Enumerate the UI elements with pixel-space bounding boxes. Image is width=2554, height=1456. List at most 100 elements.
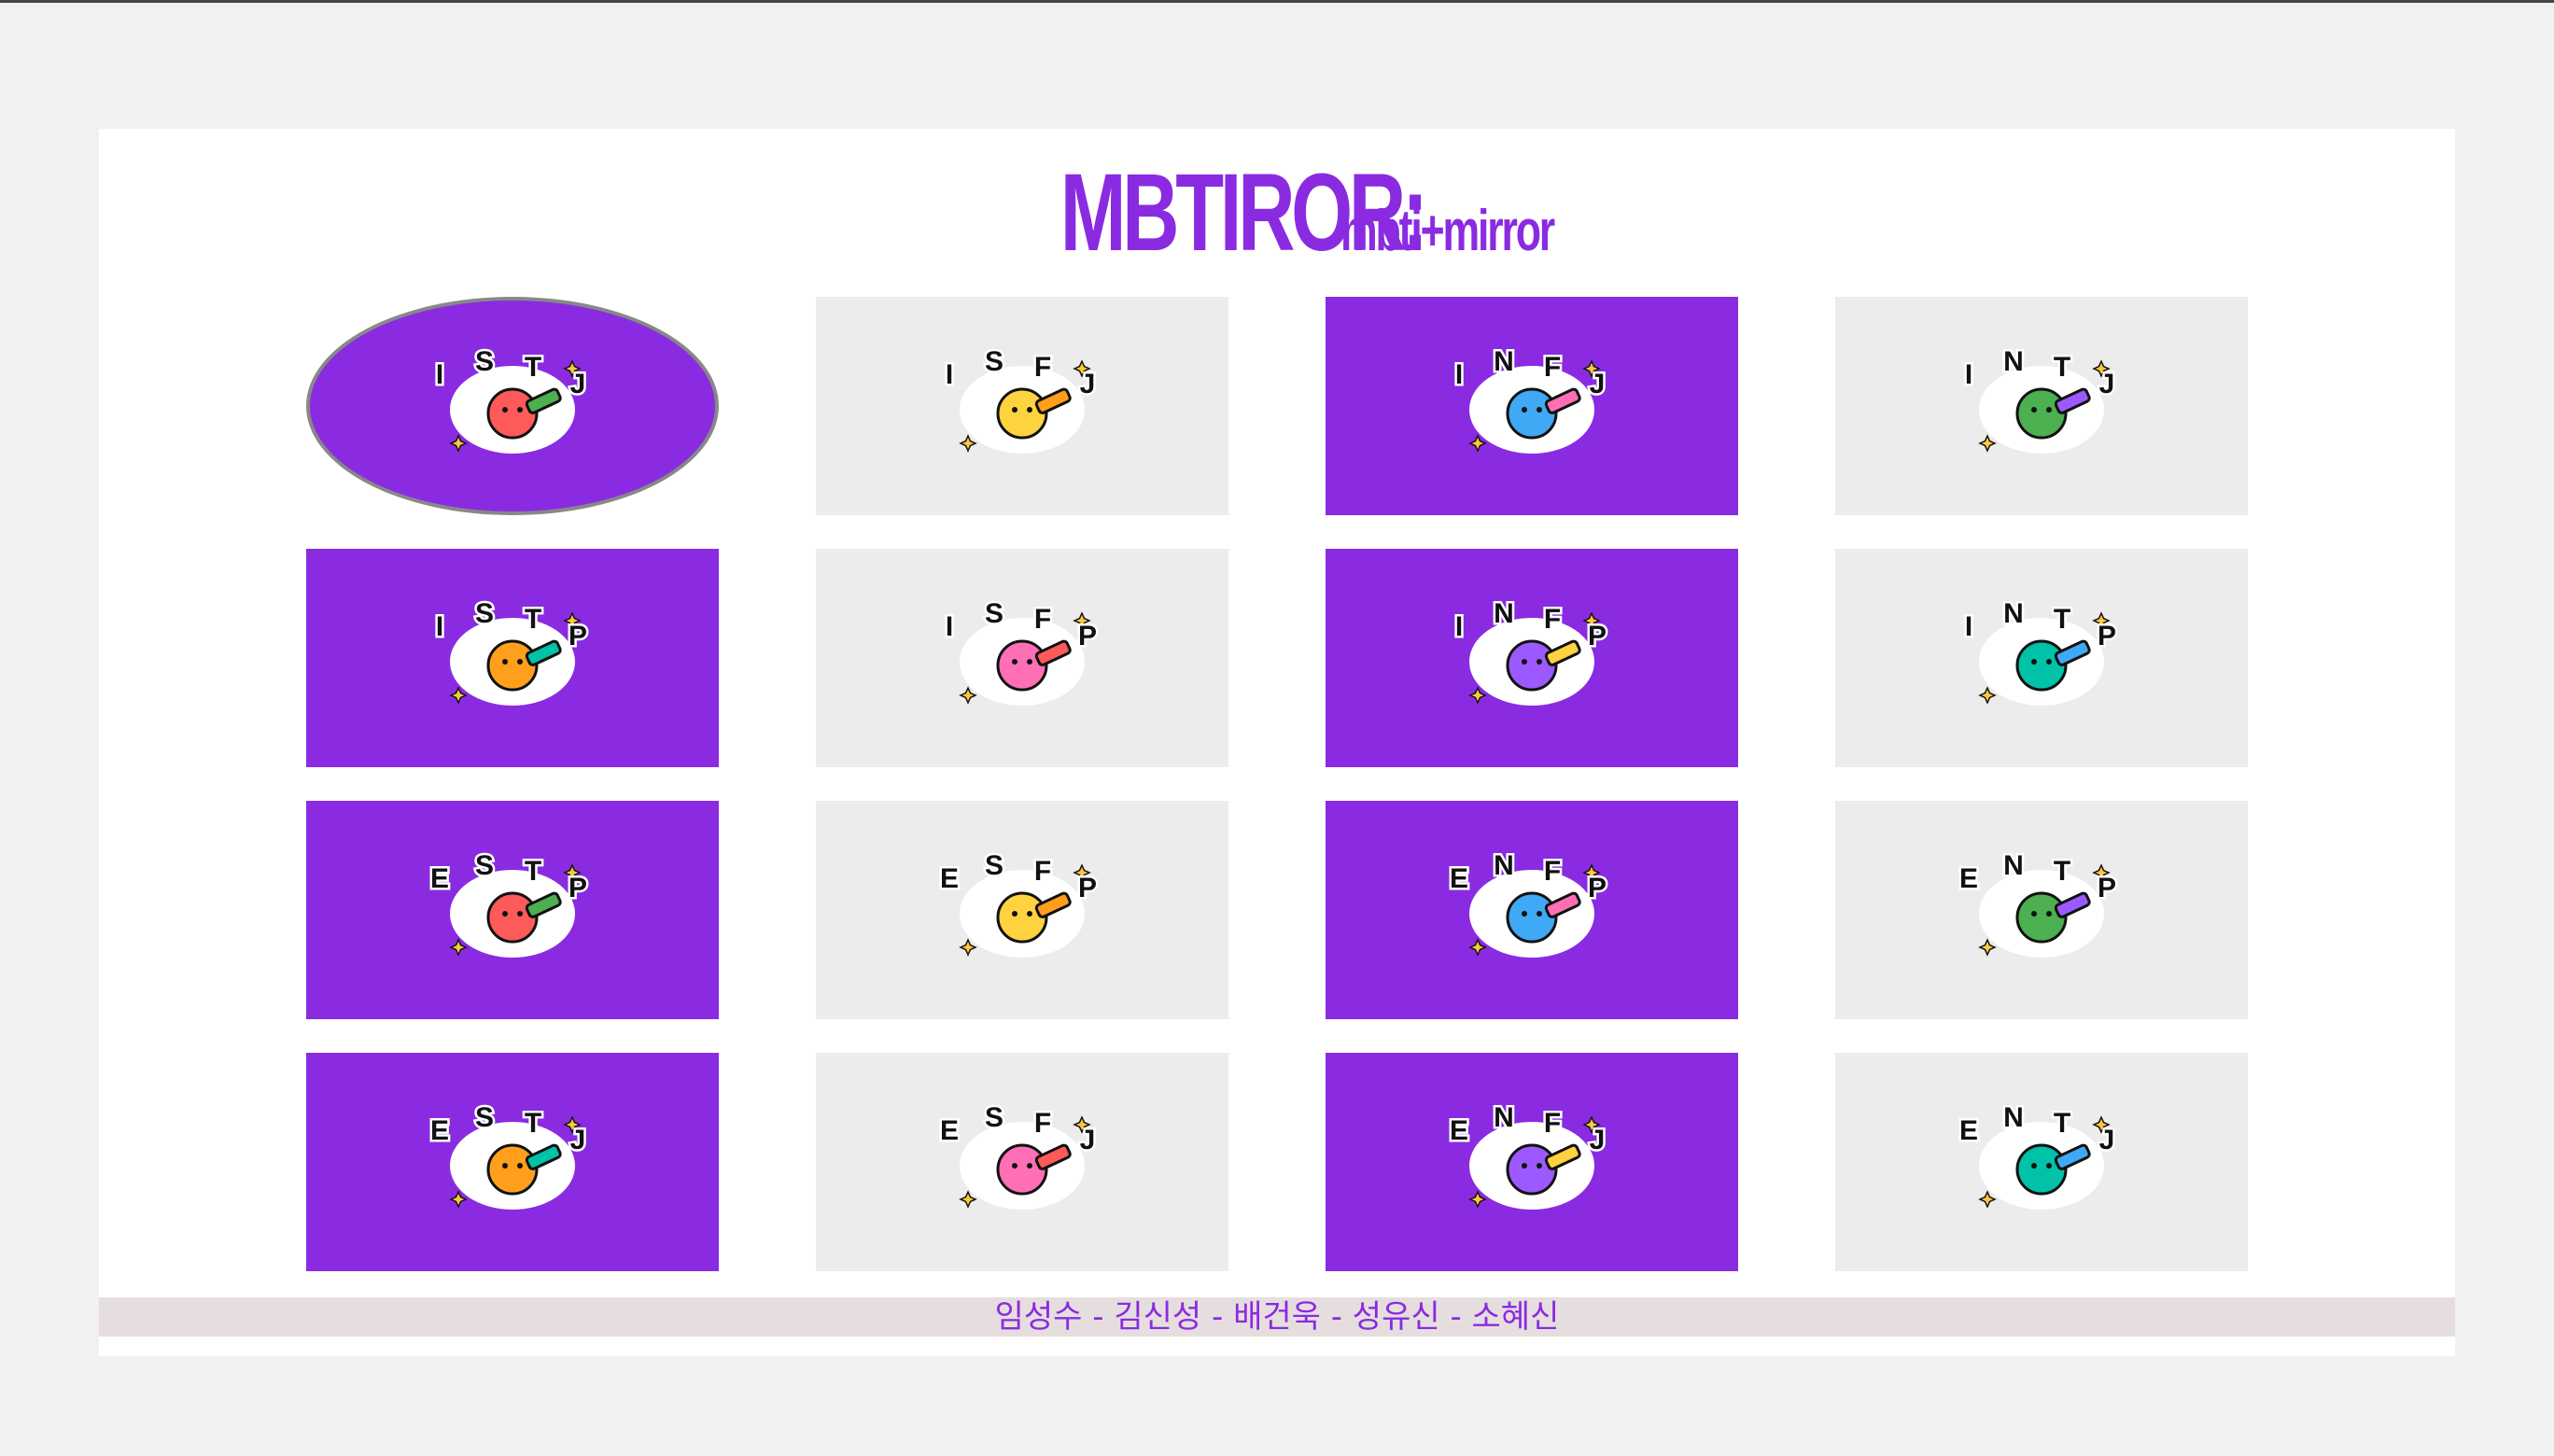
- tile-esfj[interactable]: ESFJ: [816, 1053, 1228, 1271]
- sticker-letter: T: [2054, 1108, 2070, 1139]
- tile-isfj[interactable]: I SFJ: [816, 297, 1228, 515]
- sticker-letter: S: [985, 1102, 1003, 1133]
- lightbulb-hand-sticker-icon: E N TP: [1957, 847, 2119, 958]
- sticker-letter: J: [1080, 1125, 1096, 1155]
- sticker-letter: P: [1078, 621, 1097, 651]
- sticker-letter: I: [1965, 359, 1972, 390]
- sticker-letter: F: [1544, 604, 1561, 635]
- tile-entj[interactable]: ENTJ: [1835, 1053, 2248, 1271]
- laptop-sticker-icon: I N TP: [1962, 595, 2119, 706]
- mbti-sticker-grid: ISTJISFJINFJINTJISTPISFPINFPINTPESTPESFP…: [306, 297, 2248, 1277]
- sticker-letter: P: [1588, 873, 1607, 903]
- sticker-letter: F: [1034, 352, 1051, 383]
- sticker-letter: F: [1544, 352, 1561, 383]
- heart-hands-sticker-icon: E S FJ: [937, 1099, 1098, 1210]
- tile-istj[interactable]: I STJ: [306, 297, 719, 515]
- sticker-letter: N: [1494, 850, 1514, 881]
- sticker-letter: J: [1590, 369, 1606, 399]
- tile-istp[interactable]: I STP: [306, 549, 719, 767]
- sticker-letter: J: [2099, 1125, 2115, 1155]
- sticker-letter: F: [1544, 1108, 1561, 1139]
- sticker-letter: N: [2003, 1102, 2024, 1133]
- sticker-letter: J: [570, 369, 586, 399]
- tile-intp[interactable]: INTP: [1835, 549, 2248, 767]
- tile-entp[interactable]: ENTP: [1835, 801, 2248, 1019]
- sticker-letter: T: [525, 856, 541, 887]
- tea-cup-sticker-icon: I S FP: [943, 595, 1100, 706]
- tile-estj[interactable]: ESTJ: [306, 1053, 719, 1271]
- pocket-knife-sticker-icon: I S TP: [433, 595, 590, 706]
- sticker-letter: E: [430, 1115, 449, 1146]
- sticker-letter: S: [475, 1102, 494, 1133]
- tile-intj[interactable]: INTJ: [1835, 297, 2248, 515]
- tile-isfp[interactable]: I SFP: [816, 549, 1228, 767]
- party-popper-sticker-icon: E N FP: [1447, 847, 1609, 958]
- sticker-letter: J: [2099, 369, 2115, 399]
- sticker-letter: E: [1959, 1115, 1978, 1146]
- bandage-sticker-icon: I N FJ: [1452, 343, 1607, 454]
- sticker-letter: S: [985, 850, 1003, 881]
- sticker-letter: F: [1034, 856, 1051, 887]
- sticker-letter: P: [2098, 873, 2116, 903]
- sticker-letter: T: [2054, 352, 2070, 383]
- sticker-letter: P: [1588, 621, 1607, 651]
- tile-estp[interactable]: ESTP: [306, 801, 719, 1019]
- sneakers-sticker-icon: E S TP: [428, 847, 590, 958]
- sticker-letter: N: [1494, 598, 1514, 629]
- sticker-letter: J: [1080, 369, 1096, 399]
- sticker-letter: S: [475, 346, 494, 377]
- sticker-letter: F: [1544, 856, 1561, 887]
- sticker-letter: I: [946, 611, 953, 642]
- title-sub: mbti+mirror: [1340, 199, 1555, 263]
- sticker-letter: I: [436, 359, 443, 390]
- ceo-nameplate-sticker-icon: E S TJ: [428, 1099, 588, 1210]
- sticker-letter: N: [2003, 598, 2024, 629]
- sticker-letter: N: [2003, 346, 2024, 377]
- sticker-letter: I: [946, 359, 953, 390]
- sticker-letter: S: [985, 598, 1003, 629]
- sticker-letter: I: [1965, 611, 1972, 642]
- sticker-letter: N: [1494, 346, 1514, 377]
- sticker-letter: J: [570, 1125, 586, 1155]
- sticker-letter: S: [985, 346, 1003, 377]
- sticker-letter: E: [1959, 863, 1978, 894]
- sticker-letter: S: [475, 598, 494, 629]
- sticker-letter: F: [1034, 1108, 1051, 1139]
- sticker-letter: P: [568, 873, 587, 903]
- sticker-letter: I: [1455, 611, 1463, 642]
- champagne-sticker-icon: E S FP: [937, 847, 1100, 958]
- sticker-letter: J: [1590, 1125, 1606, 1155]
- crown-sticker-icon: E N TJ: [1957, 1099, 2117, 1210]
- sticker-letter: E: [1450, 1115, 1468, 1146]
- sticker-letter: S: [475, 850, 494, 881]
- sticker-letter: I: [436, 611, 443, 642]
- pencil-sticker-icon: E N FJ: [1447, 1099, 1607, 1210]
- sticker-letter: N: [1494, 1102, 1514, 1133]
- page-title: MBTIROR:mbti+mirror: [99, 149, 2455, 276]
- sticker-letter: T: [525, 604, 541, 635]
- sticker-letter: P: [1078, 873, 1097, 903]
- circuit-board-sticker-icon: I N TJ: [1962, 343, 2117, 454]
- tile-enfj[interactable]: ENFJ: [1326, 1053, 1738, 1271]
- sticker-letter: P: [2098, 621, 2116, 651]
- sticker-letter: E: [940, 1115, 959, 1146]
- sticker-letter: T: [2054, 604, 2070, 635]
- sticker-letter: I: [1455, 359, 1463, 390]
- sticker-letter: F: [1034, 604, 1051, 635]
- sticker-letter: E: [1450, 863, 1468, 894]
- main-panel: MBTIROR:mbti+mirror ISTJISFJINFJINTJISTP…: [99, 129, 2455, 1356]
- window-top-border: [0, 0, 2554, 7]
- tile-infp[interactable]: INFP: [1326, 549, 1738, 767]
- tile-infj[interactable]: INFJ: [1326, 297, 1738, 515]
- sticker-letter: T: [525, 352, 541, 383]
- sticker-letter: N: [2003, 850, 2024, 881]
- sticker-letter: T: [2054, 856, 2070, 887]
- graduation-cap-sticker-icon: I S TJ: [433, 343, 588, 454]
- tile-enfp[interactable]: ENFP: [1326, 801, 1738, 1019]
- tile-esfp[interactable]: ESFP: [816, 801, 1228, 1019]
- sticker-letter: E: [430, 863, 449, 894]
- credits-footer: 임성수 - 김신성 - 배건욱 - 성유신 - 소혜신: [99, 1297, 2455, 1337]
- sticker-letter: E: [940, 863, 959, 894]
- sticker-letter: P: [568, 621, 587, 651]
- heart-rainbow-sticker-icon: I N FP: [1452, 595, 1609, 706]
